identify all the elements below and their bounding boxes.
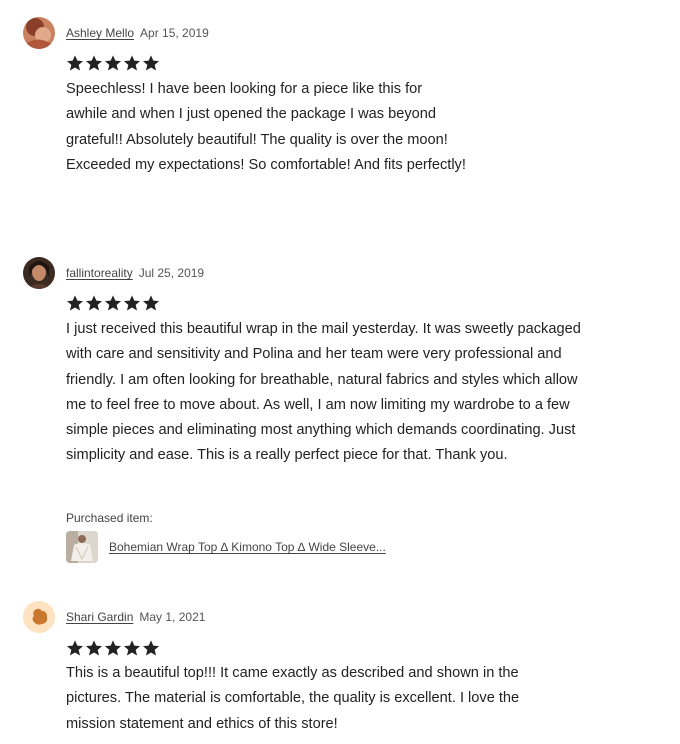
star-rating — [66, 639, 160, 657]
purchased-item-link[interactable]: Bohemian Wrap Top ∆ Kimono Top ∆ Wide Sl… — [66, 531, 386, 563]
reviewer-name-link[interactable]: fallintoreality — [66, 266, 133, 280]
star-icon — [85, 295, 103, 311]
product-photo-icon — [66, 531, 98, 563]
review-date: Apr 15, 2019 — [140, 26, 209, 40]
star-icon — [123, 295, 141, 311]
review-text: I just received this beautiful wrap in t… — [66, 321, 581, 464]
star-icon — [123, 640, 141, 656]
review-meta: Shari Gardin May 1, 2021 — [66, 609, 205, 625]
reviewer-avatar[interactable] — [23, 17, 55, 49]
star-icon — [142, 295, 160, 311]
star-icon — [85, 55, 103, 71]
star-icon — [66, 640, 84, 656]
review-text: Speechless! I have been looking for a pi… — [66, 81, 466, 173]
star-icon — [104, 295, 122, 311]
user-photo-icon — [23, 17, 55, 49]
star-icon — [142, 55, 160, 71]
star-icon — [123, 55, 141, 71]
review-date: May 1, 2021 — [139, 610, 206, 624]
review-meta: fallintoreality Jul 25, 2019 — [66, 265, 204, 281]
product-thumbnail[interactable] — [66, 531, 98, 563]
star-icon — [104, 55, 122, 71]
reviewer-name-link[interactable]: Shari Gardin — [66, 610, 133, 624]
review-meta: Ashley Mello Apr 15, 2019 — [66, 25, 209, 41]
star-icon — [66, 295, 84, 311]
reviewer-name-link[interactable]: Ashley Mello — [66, 26, 134, 40]
reviewer-avatar[interactable] — [23, 601, 55, 633]
user-photo-icon — [23, 257, 55, 289]
star-icon — [104, 640, 122, 656]
reviewer-avatar[interactable] — [23, 257, 55, 289]
default-avatar-icon — [23, 601, 55, 633]
star-rating — [66, 294, 160, 312]
star-icon — [142, 640, 160, 656]
star-rating — [66, 54, 160, 72]
purchased-item-label: Purchased item: — [66, 511, 153, 525]
star-icon — [66, 55, 84, 71]
review-text: This is a beautiful top!!! It came exact… — [66, 665, 520, 732]
review-date: Jul 25, 2019 — [138, 266, 205, 280]
star-icon — [85, 640, 103, 656]
purchased-item-title[interactable]: Bohemian Wrap Top ∆ Kimono Top ∆ Wide Sl… — [109, 540, 386, 554]
